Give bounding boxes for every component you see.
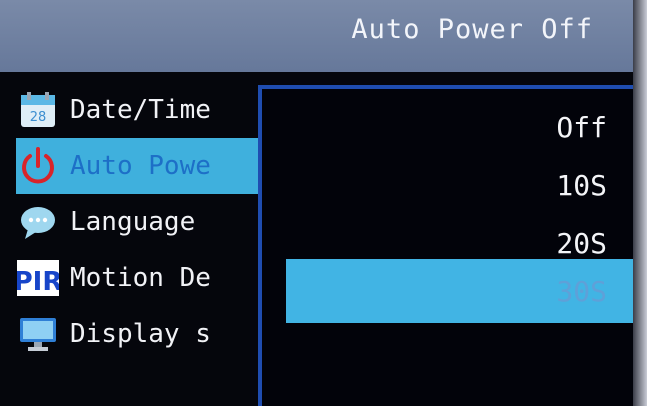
camera-settings-screen: Auto Power Off 28 Date/Time Auto Powe La… [0,0,647,406]
option-30s[interactable]: 30S [286,259,637,323]
menu-item-date-time[interactable]: 28 Date/Time [16,82,270,138]
title-bar: Auto Power Off [0,0,633,72]
option-off[interactable]: Off [286,97,637,157]
screen-bezel [633,0,647,406]
menu-item-label: Display s [70,319,211,349]
menu-item-label: Date/Time [70,95,211,125]
menu-item-auto-power-off[interactable]: Auto Powe [16,138,270,194]
page-title: Auto Power Off [351,14,593,45]
option-10s[interactable]: 10S [286,155,637,215]
menu-item-label: Language [70,207,196,237]
power-icon [16,144,60,188]
menu-item-language[interactable]: Language [16,194,270,250]
menu-item-label: Auto Powe [70,151,211,181]
menu-item-display-settings[interactable]: Display s [16,306,270,362]
menu-item-motion-detect[interactable]: PIR Motion De [16,250,270,306]
pir-icon-text: PIR [17,267,59,297]
menu-item-label: Motion De [70,263,211,293]
calendar-day-text: 28 [30,110,47,125]
settings-menu: 28 Date/Time Auto Powe Language PIR Moti… [0,78,270,406]
calendar-icon: 28 [16,88,60,132]
speech-bubble-icon [16,200,60,244]
pir-icon: PIR [16,256,60,300]
monitor-icon [16,312,60,356]
auto-power-off-dropdown: Off 10S 20S 30S [258,85,637,406]
